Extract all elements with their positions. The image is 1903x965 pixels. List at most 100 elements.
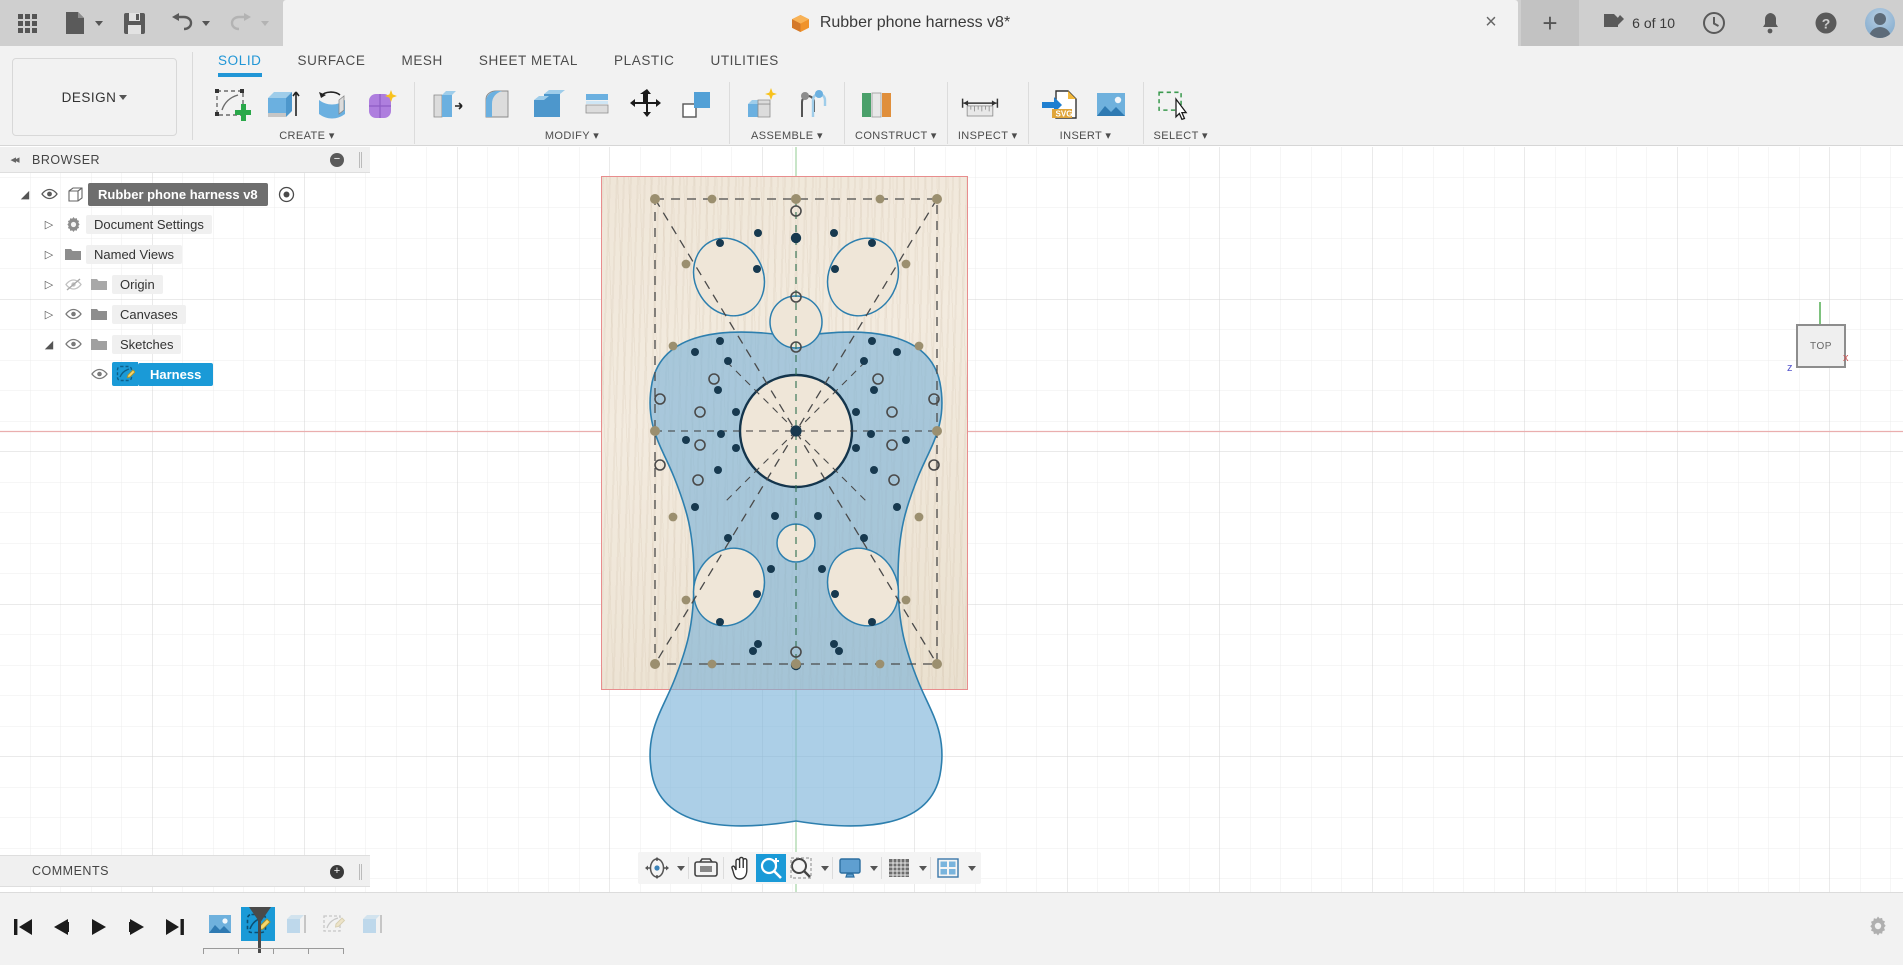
pan-hand-icon[interactable] — [726, 854, 756, 882]
chevron-down-icon[interactable] — [865, 854, 879, 882]
grid-apps-icon[interactable] — [10, 6, 44, 40]
step-forward-icon[interactable] — [120, 909, 154, 945]
go-to-end-icon[interactable] — [158, 909, 192, 945]
gear-icon[interactable] — [1867, 915, 1889, 942]
visibility-eye-icon[interactable] — [36, 188, 62, 200]
measure-icon[interactable] — [958, 84, 1002, 126]
revolve-icon[interactable] — [310, 84, 354, 126]
collapse-left-icon[interactable]: ◂◂ — [0, 153, 28, 166]
panel-assemble-label[interactable]: ASSEMBLE ▾ — [740, 129, 834, 144]
new-tab-button[interactable]: + — [1521, 0, 1579, 46]
chevron-down-icon[interactable] — [261, 20, 269, 26]
zoom-window-icon[interactable] — [786, 854, 816, 882]
document-tab[interactable]: Rubber phone harness v8* × — [283, 0, 1518, 46]
press-pull-icon[interactable] — [425, 84, 469, 126]
tree-item-origin[interactable]: ▷ Origin — [0, 269, 370, 299]
timeline-extrude2-feature[interactable] — [355, 907, 389, 941]
new-document-button[interactable] — [58, 6, 103, 40]
visibility-eye-hidden-icon[interactable] — [60, 277, 86, 291]
new-document-icon[interactable] — [58, 6, 92, 40]
expand-arrow-icon[interactable]: ◢ — [38, 338, 60, 351]
add-comment-icon[interactable]: + — [330, 865, 344, 879]
align-icon[interactable] — [675, 84, 719, 126]
tree-item-canvases[interactable]: ▷ Canvases — [0, 299, 370, 329]
panel-construct-label[interactable]: CONSTRUCT ▾ — [855, 129, 937, 144]
tree-item-root[interactable]: ◢ Rubber phone harness v8 — [0, 179, 370, 209]
timeline-sketch2-feature[interactable] — [317, 907, 351, 941]
panel-resize-grip[interactable] — [359, 152, 362, 168]
view-cube[interactable]: TOP — [1796, 324, 1846, 368]
insert-svg-icon[interactable]: SVG — [1039, 84, 1083, 126]
create-sketch-icon[interactable] — [210, 84, 254, 126]
chevron-down-icon[interactable] — [202, 20, 210, 26]
panel-select-label[interactable]: SELECT ▾ — [1154, 129, 1208, 144]
chevron-down-icon[interactable] — [914, 854, 928, 882]
document-count[interactable]: 6 of 10 — [1602, 13, 1675, 33]
display-settings-icon[interactable] — [835, 854, 865, 882]
tab-sheet-metal[interactable]: SHEET METAL — [461, 49, 596, 68]
panel-create-label[interactable]: CREATE ▾ — [210, 129, 404, 144]
expand-arrow-icon[interactable]: ◢ — [14, 188, 36, 201]
chevron-down-icon[interactable] — [963, 854, 977, 882]
minus-icon[interactable]: − — [330, 153, 344, 167]
chevron-right-icon[interactable]: ▷ — [38, 248, 60, 261]
fillet-icon[interactable] — [475, 84, 519, 126]
chevron-right-icon[interactable]: ▷ — [38, 218, 60, 231]
tab-utilities[interactable]: UTILITIES — [692, 49, 796, 68]
workspace-switcher[interactable]: DESIGN — [12, 58, 177, 136]
undo-icon[interactable] — [165, 6, 199, 40]
visibility-eye-icon[interactable] — [60, 308, 86, 320]
tab-mesh[interactable]: MESH — [383, 49, 460, 68]
timeline-canvas-feature[interactable] — [203, 907, 237, 941]
orbit-icon[interactable] — [642, 854, 672, 882]
avatar[interactable] — [1865, 8, 1895, 38]
panel-modify-label[interactable]: MODIFY ▾ — [425, 129, 719, 144]
look-at-icon[interactable] — [691, 854, 721, 882]
step-back-icon[interactable] — [44, 909, 78, 945]
offset-face-icon[interactable] — [575, 84, 619, 126]
panel-resize-grip[interactable] — [359, 864, 362, 880]
panel-insert-label[interactable]: INSERT ▾ — [1039, 129, 1133, 144]
redo-icon[interactable] — [224, 6, 258, 40]
tree-item-named-views[interactable]: ▷ Named Views — [0, 239, 370, 269]
grid-snaps-icon[interactable] — [884, 854, 914, 882]
notifications-bell-icon[interactable] — [1753, 6, 1787, 40]
activate-component-icon[interactable] — [274, 186, 300, 203]
form-icon[interactable] — [360, 84, 404, 126]
comments-panel[interactable]: COMMENTS + — [0, 855, 370, 887]
harness-canvas-image[interactable] — [601, 176, 968, 690]
panel-inspect-label[interactable]: INSPECT ▾ — [958, 129, 1018, 144]
new-component-icon[interactable] — [740, 84, 784, 126]
close-icon[interactable]: × — [1480, 12, 1502, 34]
tab-solid[interactable]: SOLID — [200, 49, 280, 77]
visibility-eye-icon[interactable] — [86, 368, 112, 380]
play-icon[interactable] — [82, 909, 116, 945]
save-icon[interactable] — [117, 6, 151, 40]
move-copy-icon[interactable] — [625, 84, 669, 126]
tree-item-sketches[interactable]: ◢ Sketches — [0, 329, 370, 359]
chevron-down-icon[interactable] — [672, 854, 686, 882]
chevron-down-icon[interactable] — [816, 854, 830, 882]
shell-icon[interactable] — [525, 84, 569, 126]
help-icon[interactable]: ? — [1809, 6, 1843, 40]
history-clock-icon[interactable] — [1697, 6, 1731, 40]
timeline-extrude-feature[interactable] — [279, 907, 313, 941]
tab-plastic[interactable]: PLASTIC — [596, 49, 692, 68]
chevron-right-icon[interactable]: ▷ — [38, 278, 60, 291]
offset-plane-icon[interactable] — [855, 84, 899, 126]
select-window-icon[interactable] — [1154, 84, 1198, 126]
zoom-in-icon[interactable] — [756, 854, 786, 882]
viewports-icon[interactable] — [933, 854, 963, 882]
extrude-icon[interactable] — [260, 84, 304, 126]
chevron-right-icon[interactable]: ▷ — [38, 308, 60, 321]
tree-item-harness[interactable]: Harness — [0, 359, 370, 389]
tree-item-document-settings[interactable]: ▷ Document Settings — [0, 209, 370, 239]
redo-button[interactable] — [224, 6, 269, 40]
tab-surface[interactable]: SURFACE — [280, 49, 384, 68]
chevron-down-icon[interactable] — [95, 20, 103, 26]
joint-icon[interactable] — [790, 84, 834, 126]
visibility-eye-icon[interactable] — [60, 338, 86, 350]
go-to-beginning-icon[interactable] — [6, 909, 40, 945]
undo-button[interactable] — [165, 6, 210, 40]
canvas-image-icon[interactable] — [1089, 84, 1133, 126]
